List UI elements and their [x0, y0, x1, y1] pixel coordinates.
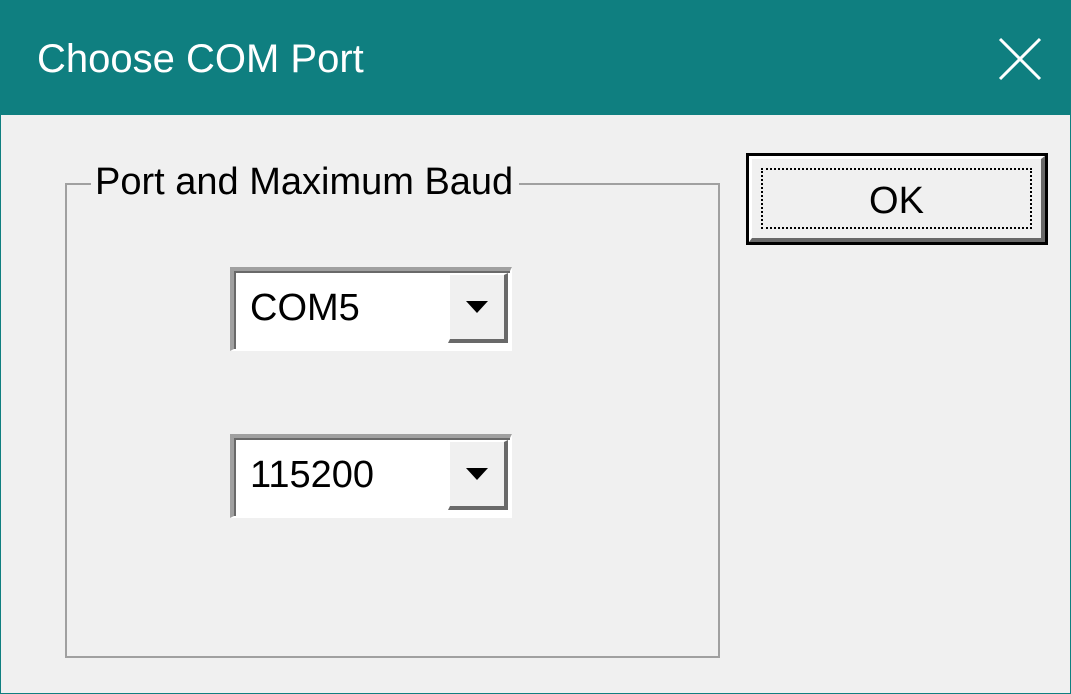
com-port-select-value: COM5 [250, 287, 360, 329]
baud-rate-select-field: 115200 [234, 438, 510, 516]
port-and-baud-groupbox [65, 183, 720, 658]
close-icon [998, 37, 1042, 81]
baud-rate-select[interactable]: 115200 [230, 434, 512, 518]
com-port-select[interactable]: COM5 [230, 267, 512, 351]
choose-com-port-dialog: Choose COM Port Port and Maximum Baud CO… [0, 0, 1071, 694]
groupbox-legend: Port and Maximum Baud [91, 159, 520, 205]
baud-rate-select-value: 115200 [250, 454, 374, 496]
chevron-down-icon [466, 468, 488, 480]
com-port-dropdown-button[interactable] [448, 273, 508, 343]
ok-button-label: OK [869, 180, 924, 222]
window-title: Choose COM Port [37, 37, 364, 81]
title-bar[interactable]: Choose COM Port [1, 1, 1070, 115]
baud-rate-dropdown-button[interactable] [448, 440, 508, 510]
com-port-select-field: COM5 [234, 271, 510, 349]
close-button[interactable] [992, 31, 1048, 87]
ok-button-bevel: OK [749, 156, 1045, 242]
chevron-down-icon [466, 301, 488, 313]
ok-button[interactable]: OK [746, 153, 1048, 245]
